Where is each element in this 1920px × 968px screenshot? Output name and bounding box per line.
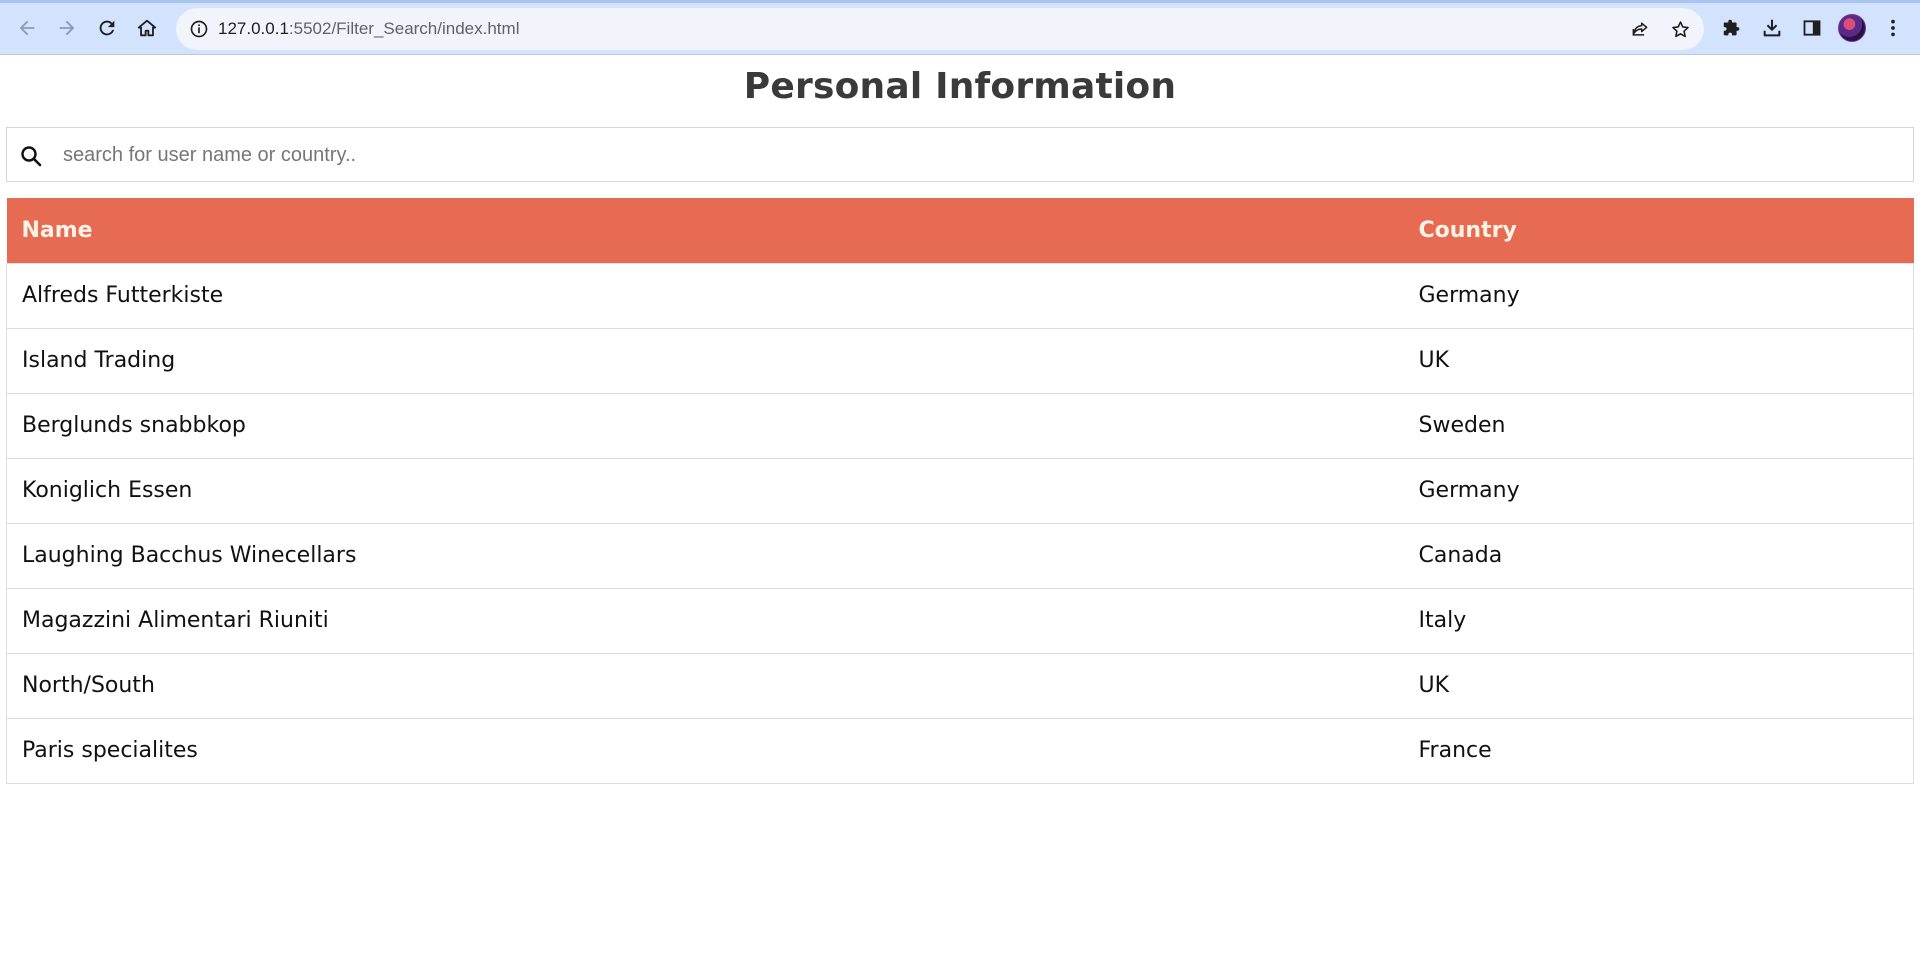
search-input[interactable] [63,138,1883,172]
side-panel-icon[interactable] [1799,15,1825,41]
cell-country: Canada [1403,522,1914,588]
reload-icon [99,20,115,36]
table-row: Koniglich Essen Germany [6,457,1914,523]
cell-country: UK [1403,652,1914,718]
cell-name: North/South [6,652,1404,718]
home-button[interactable] [129,10,165,46]
table-header-row: Name Country [6,198,1914,263]
cell-name: Alfreds Futterkiste [6,262,1404,328]
back-button[interactable] [9,10,45,46]
table-row: Alfreds Futterkiste Germany [6,262,1914,328]
arrow-left-icon [19,20,35,36]
column-header-name[interactable]: Name [6,198,1404,263]
url-host: 127.0.0.1 [218,19,289,38]
column-header-country[interactable]: Country [1403,198,1914,263]
search-icon [21,146,42,167]
browser-toolbar: 127.0.0.1:5502/Filter_Search/index.html [0,0,1920,55]
cell-country: Italy [1403,587,1914,653]
table-row: Island Trading UK [6,327,1914,393]
table-row: Magazzini Alimentari Riuniti Italy [6,587,1914,653]
address-bar[interactable]: 127.0.0.1:5502/Filter_Search/index.html [176,8,1704,50]
forward-button[interactable] [49,10,85,46]
tab-strip-edge [0,0,1920,3]
info-icon[interactable] [188,18,210,40]
cell-name: Koniglich Essen [6,457,1404,523]
cell-name: Paris specialites [6,717,1404,784]
cell-name: Magazzini Alimentari Riuniti [6,587,1404,653]
cell-name: Laughing Bacchus Winecellars [6,522,1404,588]
data-table: Name Country Alfreds Futterkiste Germany… [6,198,1914,784]
page-title: Personal Information [743,66,1177,107]
arrow-right-icon [59,20,75,36]
table-row: Paris specialites France [6,717,1914,784]
cell-country: Sweden [1403,392,1914,458]
search-box [6,127,1914,182]
cell-country: UK [1403,327,1914,393]
download-icon[interactable] [1759,15,1785,41]
puzzle-icon[interactable] [1719,15,1745,41]
table-row: Berglunds snabbkop Sweden [6,392,1914,458]
avatar[interactable] [1838,14,1866,42]
star-icon[interactable] [1669,18,1691,40]
cell-country: Germany [1403,262,1914,328]
cell-name: Island Trading [6,327,1404,393]
share-icon[interactable] [1629,18,1651,40]
page-content: Personal Information Name Country Alfred… [0,56,1920,968]
cell-name: Berglunds snabbkop [6,392,1404,458]
table-row: North/South UK [6,652,1914,718]
url-text[interactable]: 127.0.0.1:5502/Filter_Search/index.html [218,19,519,39]
url-path: :5502/Filter_Search/index.html [288,19,520,38]
table-row: Laughing Bacchus Winecellars Canada [6,522,1914,588]
reload-button[interactable] [89,10,125,46]
kebab-menu-icon[interactable] [1880,15,1906,41]
cell-country: France [1403,717,1914,784]
home-icon [137,19,157,37]
cell-country: Germany [1403,457,1914,523]
